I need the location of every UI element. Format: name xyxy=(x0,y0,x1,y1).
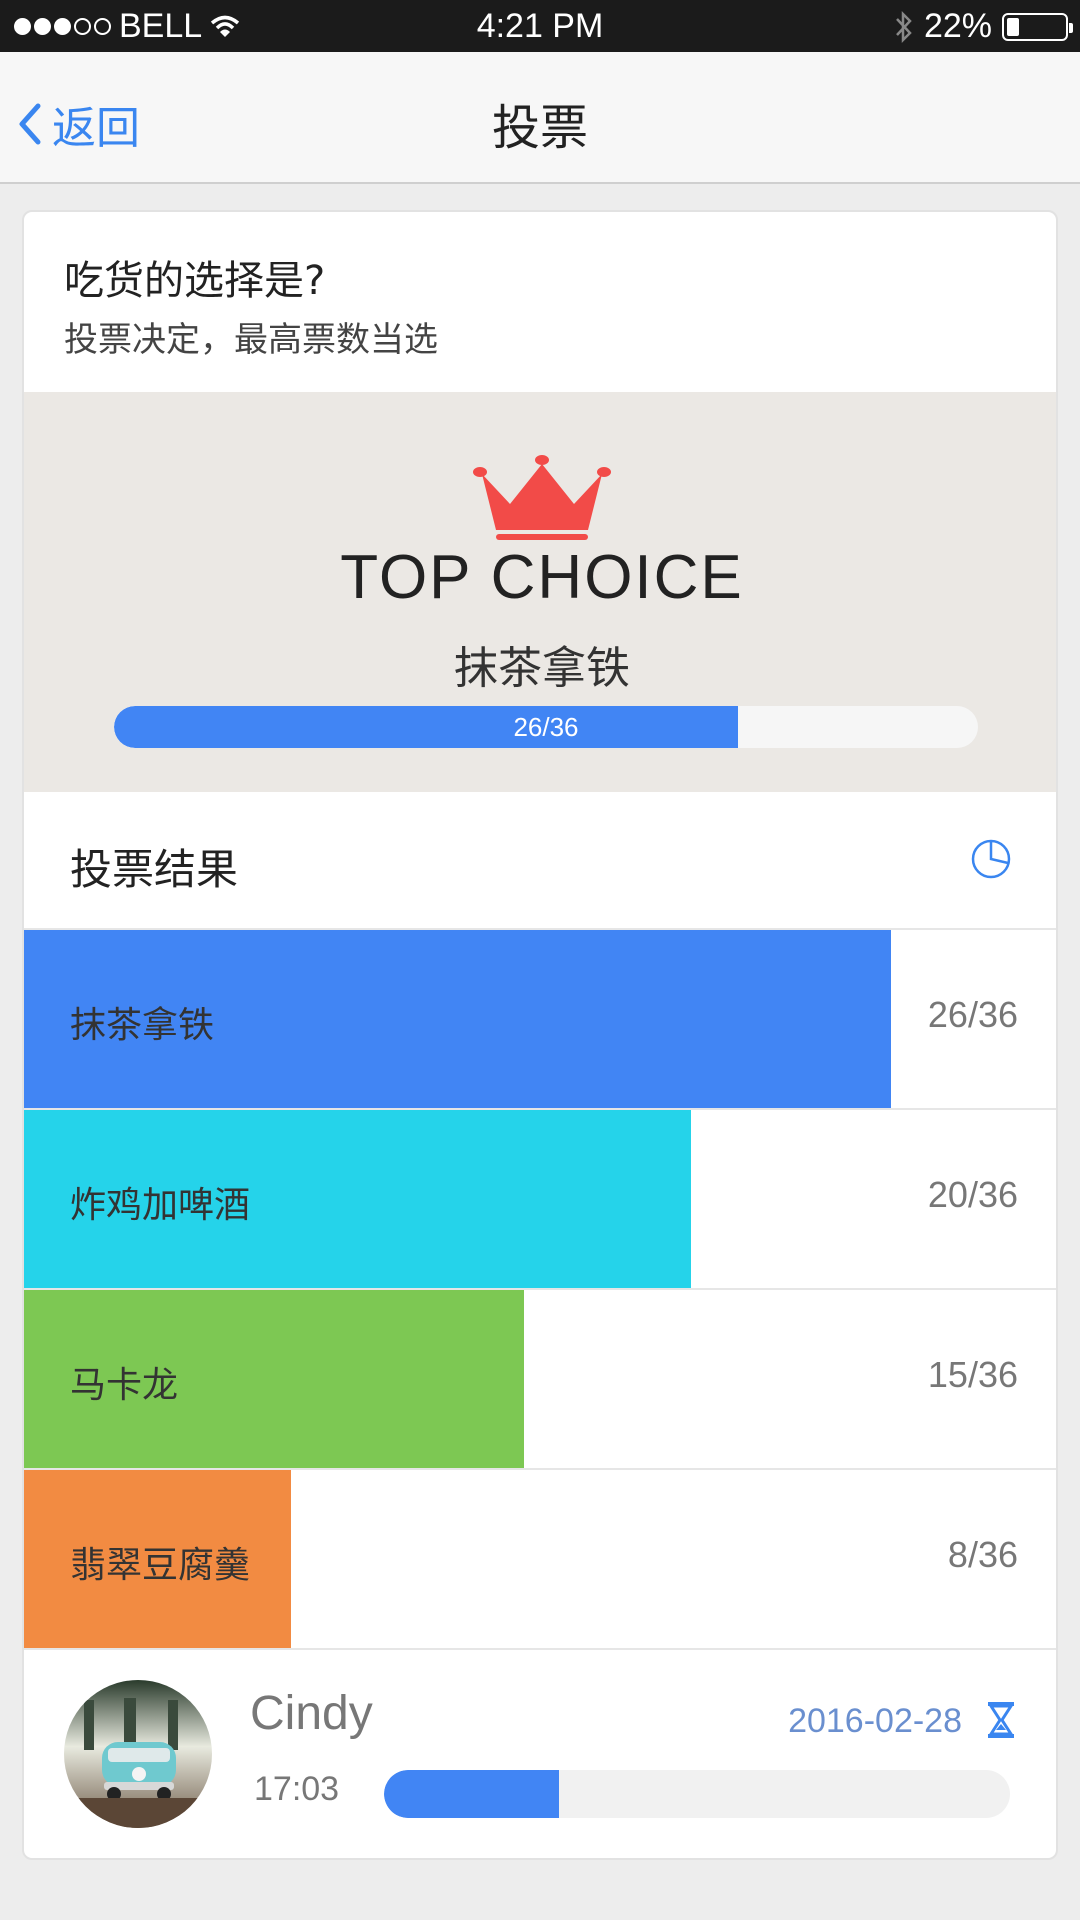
result-label: 马卡龙 xyxy=(70,1365,179,1406)
result-row[interactable]: 炸鸡加啤酒 20/36 xyxy=(24,1110,1056,1290)
result-row[interactable]: 马卡龙 15/36 xyxy=(24,1290,1056,1470)
results-header: 投票结果 xyxy=(24,792,1056,930)
results-title: 投票结果 xyxy=(70,845,239,894)
result-row[interactable]: 翡翠豆腐羹 8/36 xyxy=(24,1470,1056,1650)
voter-progress xyxy=(384,1770,1010,1818)
hourglass-icon xyxy=(988,1702,1014,1738)
page-title: 投票 xyxy=(491,100,588,156)
vote-time: 17:03 xyxy=(254,1770,340,1808)
question-title: 吃货的选择是? xyxy=(64,258,326,304)
navigation-bar: 返回 投票 xyxy=(0,52,1080,184)
top-choice-count: 26/36 xyxy=(513,712,579,742)
vote-deadline-date: 2016-02-28 xyxy=(788,1702,962,1740)
vote-card: 吃货的选择是? 投票决定，最高票数当选 TOP CHOICE 抹茶拿铁 26/3… xyxy=(22,210,1058,1860)
battery-level xyxy=(1007,17,1020,36)
pie-chart-icon[interactable] xyxy=(970,838,1012,880)
status-right: 22% xyxy=(894,7,1073,46)
top-choice-banner: TOP CHOICE 抹茶拿铁 26/36 xyxy=(24,392,1056,792)
avatar-image xyxy=(64,1680,212,1828)
top-choice-progress: 26/36 xyxy=(114,706,978,748)
top-choice-name: 抹茶拿铁 xyxy=(454,643,630,694)
voter-name: Cindy xyxy=(250,1687,373,1740)
question-subtitle: 投票决定，最高票数当选 xyxy=(64,320,438,360)
result-label: 炸鸡加啤酒 xyxy=(70,1185,251,1226)
battery-icon xyxy=(1002,12,1073,41)
crown-icon xyxy=(473,455,611,540)
result-row[interactable]: 抹茶拿铁 26/36 xyxy=(24,930,1056,1110)
voter-progress-fill xyxy=(384,1770,560,1818)
result-count: 20/36 xyxy=(927,1174,1018,1215)
result-count: 8/36 xyxy=(947,1534,1018,1575)
result-count: 26/36 xyxy=(927,994,1018,1035)
result-count: 15/36 xyxy=(927,1354,1018,1395)
battery-percent: 22% xyxy=(923,7,992,45)
voter-footer: Cindy 2016-02-28 17:03 xyxy=(24,1650,1056,1858)
result-label: 抹茶拿铁 xyxy=(70,1005,215,1046)
top-choice-heading: TOP CHOICE xyxy=(340,543,744,612)
result-label: 翡翠豆腐羹 xyxy=(70,1545,251,1586)
results-list: 抹茶拿铁 26/36 炸鸡加啤酒 20/36 马卡龙 15/36 翡翠豆腐羹 8/36 xyxy=(24,930,1056,1650)
status-bar: BELL 4:21 PM 22% xyxy=(0,0,1080,52)
bluetooth-icon xyxy=(896,10,912,43)
avatar[interactable] xyxy=(64,1680,212,1828)
